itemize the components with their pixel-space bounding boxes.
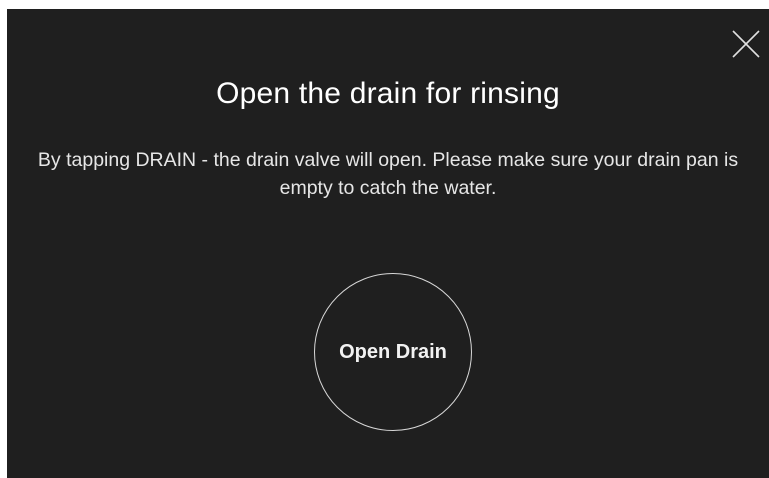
dialog-title: Open the drain for rinsing [216,77,560,110]
close-button[interactable] [731,29,761,59]
open-drain-button[interactable]: Open Drain [314,273,472,431]
close-icon [732,30,760,58]
open-drain-label: Open Drain [339,340,447,363]
dialog-description: By tapping DRAIN - the drain valve will … [37,149,739,199]
drain-dialog: Open the drain for rinsing By tapping DR… [7,9,769,478]
